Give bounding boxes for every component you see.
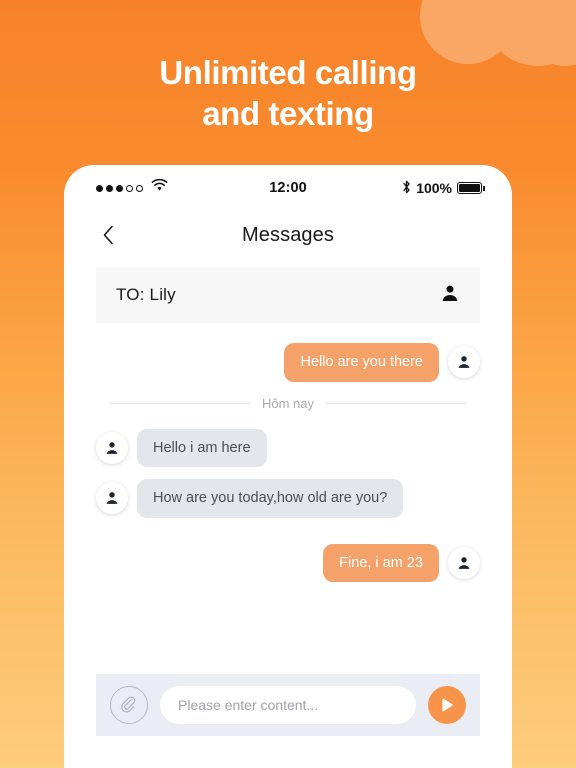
person-icon: [458, 356, 470, 369]
message-row: Hello are you there: [96, 343, 480, 382]
avatar: [448, 346, 480, 379]
message-bubble-outgoing[interactable]: Fine, i am 23: [323, 543, 439, 582]
message-row: Hello i am here: [96, 428, 480, 467]
contact-picker-icon[interactable]: [440, 283, 460, 308]
chat-thread: Hello are you there Hôm nay Hello i am h…: [64, 323, 512, 582]
attach-button[interactable]: [110, 686, 148, 724]
divider-line-right: [326, 402, 466, 404]
avatar: [96, 431, 128, 464]
send-play-icon: [442, 698, 453, 712]
battery-icon: [457, 182, 485, 194]
paperclip-icon: [120, 695, 135, 713]
page-title: Messages: [242, 223, 334, 246]
person-icon: [106, 441, 118, 454]
message-bubble-outgoing[interactable]: Hello are you there: [284, 343, 439, 382]
avatar: [448, 546, 480, 579]
message-bubble-incoming[interactable]: Hello i am here: [137, 428, 267, 467]
nav-bar: Messages: [64, 211, 512, 259]
status-bar: 12:00 100%: [64, 165, 512, 211]
recipient-label: TO: Lily: [116, 285, 176, 304]
status-bar-time: 12:00: [269, 180, 307, 196]
message-row: How are you today,how old are you?: [96, 479, 480, 518]
back-button[interactable]: [96, 223, 120, 247]
promo-screen: Unlimited calling and texting 12:00 100%…: [0, 0, 576, 768]
promo-headline-line-1: Unlimited calling: [159, 54, 417, 91]
send-button[interactable]: [428, 686, 466, 724]
chevron-left-icon: [103, 225, 113, 245]
phone-mockup-card: 12:00 100% Messages TO: Lily Hello are y…: [64, 165, 512, 768]
recipient-row[interactable]: TO: Lily: [96, 267, 480, 323]
person-icon: [106, 492, 118, 505]
message-input[interactable]: [160, 686, 416, 724]
promo-headline: Unlimited calling and texting: [0, 52, 576, 134]
message-input-bar: [96, 674, 480, 736]
date-divider-label: Hôm nay: [261, 395, 315, 411]
message-bubble-incoming[interactable]: How are you today,how old are you?: [137, 479, 404, 518]
divider-line-left: [110, 402, 250, 404]
message-row: Fine, i am 23: [96, 543, 480, 582]
avatar: [96, 482, 128, 515]
person-icon: [458, 556, 470, 569]
promo-headline-line-2: and texting: [202, 95, 374, 132]
date-divider: Hôm nay: [110, 396, 466, 411]
